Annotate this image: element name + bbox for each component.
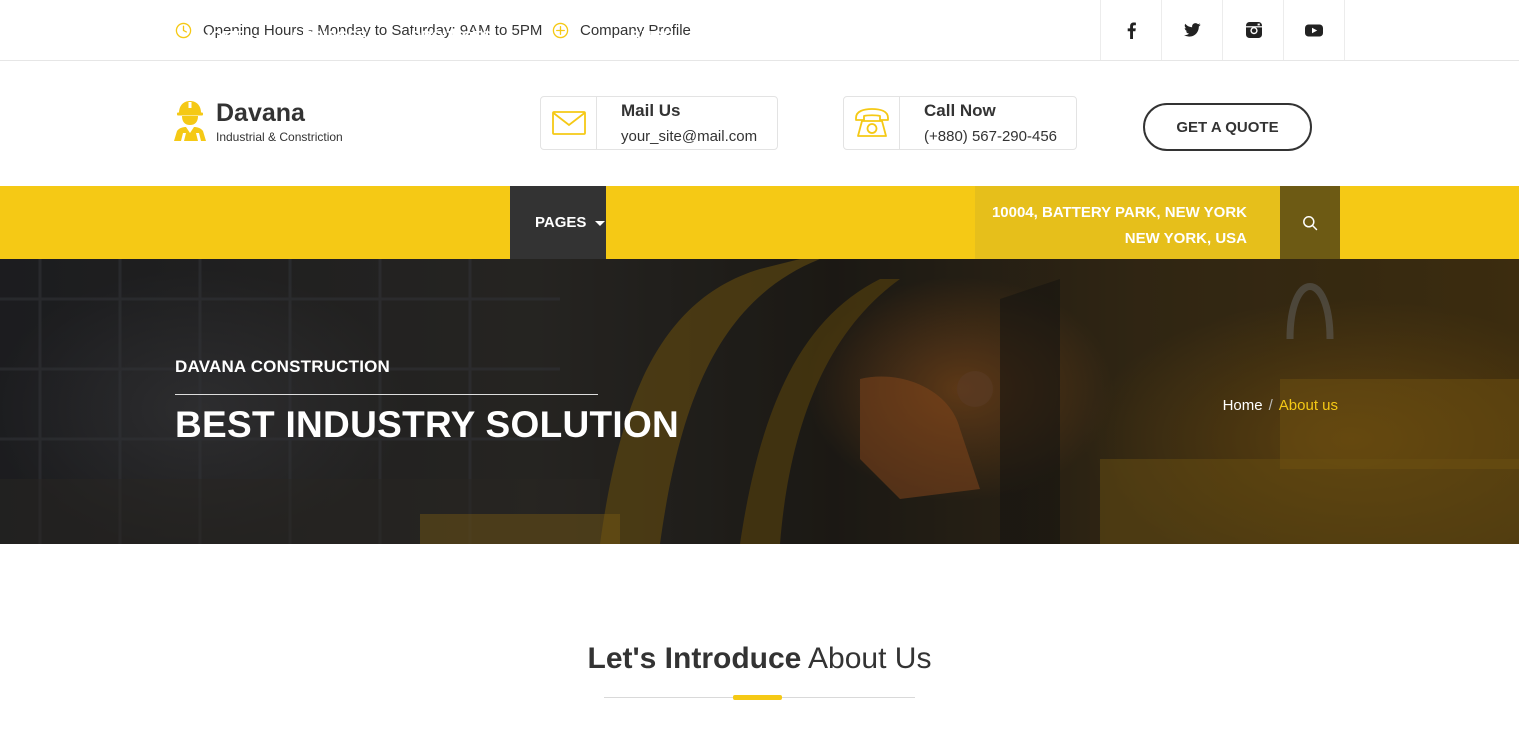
- nav-item-pages[interactable]: PAGES: [510, 186, 606, 259]
- twitter-icon: [1184, 23, 1201, 37]
- mail-title: Mail Us: [621, 101, 681, 120]
- caret-down-icon: [682, 34, 693, 40]
- brand-name: Davana: [216, 99, 305, 127]
- address-line-2: NEW YORK, USA: [1124, 230, 1247, 247]
- brand-tagline: Industrial & Constriction: [216, 130, 343, 144]
- nav-item-label: PROJECTS: [411, 28, 492, 45]
- facebook-link[interactable]: [1100, 0, 1162, 60]
- call-text: Call Now (+880) 567-290-456: [900, 101, 1057, 145]
- section-title-light: About Us: [808, 642, 932, 675]
- brand-logo[interactable]: Davana Industrial & Constriction: [171, 100, 343, 144]
- facebook-icon: [1127, 22, 1136, 39]
- nav-item-label: SHOP: [631, 28, 674, 45]
- hero-title: BEST INDUSTRY SOLUTION: [175, 404, 680, 445]
- mail-value: your_site@mail.com: [621, 128, 758, 145]
- nav-item-contact[interactable]: CONTACT: [809, 0, 881, 73]
- worker-logo-icon: [174, 101, 206, 141]
- youtube-link[interactable]: [1283, 0, 1345, 60]
- nav-address: 10004, BATTERY PARK, NEW YORK NEW YORK, …: [975, 186, 1280, 259]
- nav-item-label: SERVICES: [292, 28, 368, 45]
- nav-item-label: CONTACT: [809, 28, 882, 45]
- nav-item-projects[interactable]: PROJECTS: [411, 0, 492, 73]
- breadcrumb-home-link[interactable]: Home: [1223, 397, 1263, 414]
- nav-item-home[interactable]: HOME: [200, 0, 264, 73]
- caret-down-icon: [376, 34, 387, 40]
- address-line-1: 10004, BATTERY PARK, NEW YORK: [991, 204, 1247, 221]
- youtube-icon: [1305, 24, 1323, 36]
- plus-circle-icon: [552, 22, 569, 38]
- search-button[interactable]: [1280, 186, 1340, 259]
- search-icon: [1303, 215, 1318, 230]
- twitter-link[interactable]: [1161, 0, 1223, 60]
- get-a-quote-button[interactable]: GET A QUOTE: [1143, 103, 1312, 151]
- mail-contact-box[interactable]: Mail Us your_site@mail.com: [540, 96, 778, 150]
- section-title-bold: Let's Introduce: [587, 642, 802, 675]
- hero-subtitle: DAVANA CONSTRUCTION: [175, 357, 391, 376]
- nav-item-shop[interactable]: SHOP: [631, 0, 693, 73]
- breadcrumb: Home / About us: [1223, 397, 1338, 414]
- caret-down-icon: [254, 34, 264, 40]
- instagram-link[interactable]: [1222, 0, 1284, 60]
- nav-item-blog[interactable]: BLOG: [721, 0, 784, 73]
- nav-item-label: PAGES: [535, 214, 587, 231]
- section-title: Let's Introduce About Us: [0, 642, 1519, 676]
- envelope-icon: [551, 111, 586, 135]
- section-accent-bar: [733, 695, 782, 700]
- brand-text: Davana Industrial & Constriction: [216, 100, 343, 144]
- caret-down-icon: [595, 220, 606, 226]
- instagram-icon: [1245, 22, 1262, 38]
- nav-item-label: HOME: [200, 28, 245, 45]
- breadcrumb-current: About us: [1278, 397, 1338, 414]
- nav-item-services[interactable]: SERVICES: [292, 0, 387, 73]
- call-contact-box[interactable]: Call Now (+880) 567-290-456: [843, 96, 1077, 150]
- breadcrumb-separator: /: [1268, 397, 1273, 414]
- caret-down-icon: [773, 34, 784, 40]
- hero-divider: [175, 394, 598, 395]
- phone-icon-wrap: [844, 97, 900, 149]
- mail-text: Mail Us your_site@mail.com: [597, 101, 757, 145]
- call-title: Call Now: [924, 101, 996, 120]
- nav-item-label: BLOG: [721, 28, 765, 45]
- mail-icon-wrap: [541, 97, 597, 149]
- telephone-icon: [854, 108, 889, 137]
- clock-icon: [175, 22, 192, 38]
- call-value: (+880) 567-290-456: [924, 128, 1058, 145]
